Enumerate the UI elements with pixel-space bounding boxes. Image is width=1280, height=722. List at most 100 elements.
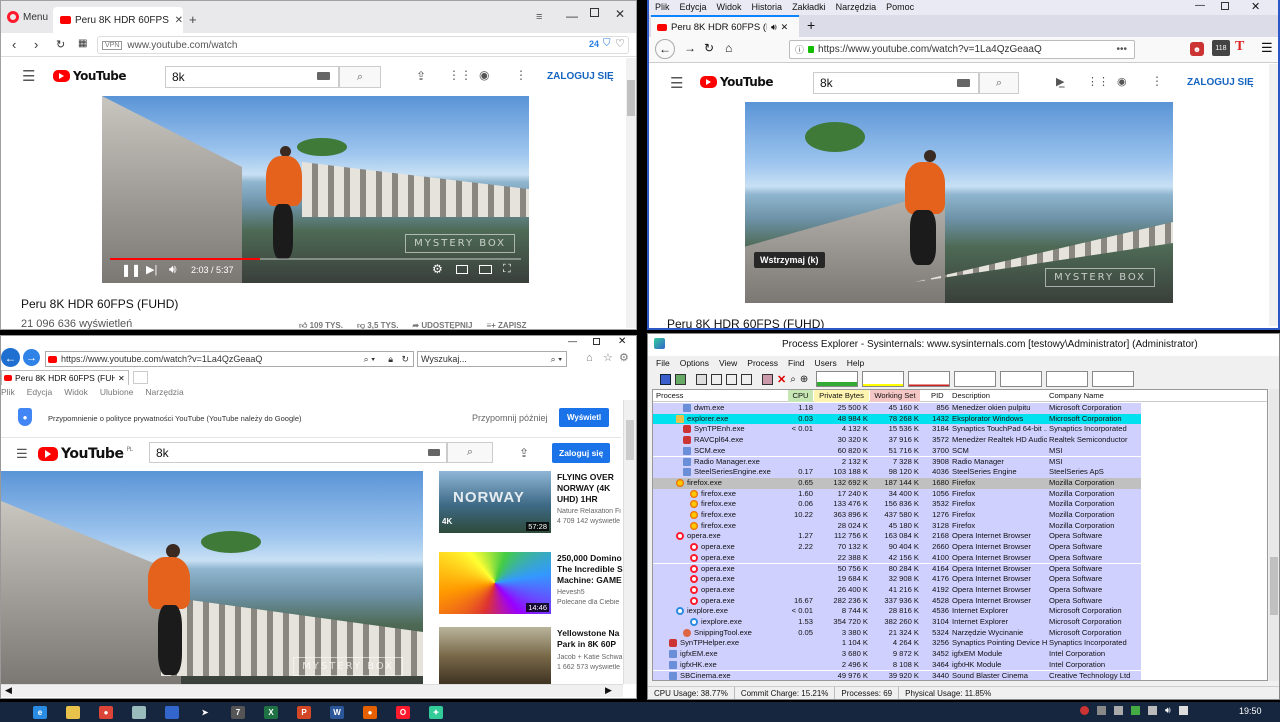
- process-row[interactable]: firefox.exe 1.60 17 240 K 34 400 K 1056 Firef…: [653, 488, 1141, 500]
- hamburger-icon[interactable]: ☰: [22, 67, 35, 85]
- reload-icon[interactable]: ↻: [704, 41, 714, 55]
- ie-yt-search-button[interactable]: ⌕: [447, 442, 493, 463]
- home-icon[interactable]: ⌂: [725, 41, 732, 55]
- opera-video-player[interactable]: MYSTERY BOX ❚❚ ▶| 🔊︎ 2:03 / 5:37 ⚙ ⛶: [102, 96, 529, 283]
- menu-find[interactable]: Find: [788, 356, 805, 370]
- process-row[interactable]: opera.exe 2.22 70 132 K 90 404 K 2660 Opera I…: [653, 542, 1141, 553]
- ie-scroll-thumb[interactable]: [626, 420, 634, 460]
- tray-icon-a[interactable]: [1080, 706, 1089, 715]
- process-row[interactable]: firefox.exe 0.06 133 476 K 156 836 K 3532 Fir…: [653, 499, 1141, 510]
- col-description[interactable]: Description: [952, 390, 990, 402]
- commit-graph[interactable]: [862, 371, 905, 387]
- ie-yt-search-input[interactable]: 8k: [149, 442, 447, 463]
- menu-process[interactable]: Process: [747, 356, 778, 370]
- menu-help[interactable]: Help: [847, 356, 864, 370]
- process-row[interactable]: firefox.exe 28 024 K 45 180 K 3128 Firefox Mo…: [653, 520, 1141, 532]
- miniplayer-icon[interactable]: [456, 265, 468, 274]
- like-button[interactable]: 👍︎ 109 TYS.: [299, 321, 343, 329]
- recommendation-item[interactable]: Yellowstone Na Park in 8K 60P Jacob + Ka…: [439, 627, 623, 684]
- firefox-search-input[interactable]: 8k: [813, 72, 979, 94]
- opera-tab[interactable]: Peru 8K HDR 60FPS (FUHD ✕: [53, 7, 183, 33]
- rec-thumbnail[interactable]: NORWAY 4K 57:28: [439, 471, 551, 533]
- process-row[interactable]: firefox.exe 10.22 363 896 K 437 580 K 1276 Fi…: [653, 510, 1141, 521]
- menu-file[interactable]: File: [656, 356, 670, 370]
- taskbar-chrome-icon[interactable]: ●: [95, 703, 117, 721]
- process-row[interactable]: opera.exe 50 756 K 80 284 K 4164 Opera Inter…: [653, 563, 1141, 575]
- tray-icon-c[interactable]: [1114, 706, 1123, 715]
- procexp-scroll-thumb[interactable]: [1270, 557, 1278, 615]
- forward-icon[interactable]: →: [23, 349, 40, 366]
- properties-icon[interactable]: [762, 373, 773, 385]
- back-icon[interactable]: ←: [655, 39, 675, 59]
- taskbar-opera-icon[interactable]: O: [392, 703, 414, 721]
- col-process[interactable]: Process: [656, 390, 683, 402]
- audio-icon[interactable]: 🔊︎: [771, 22, 777, 33]
- ie-minimize-icon[interactable]: —: [568, 336, 577, 346]
- col-pid[interactable]: PID: [931, 390, 944, 402]
- menu-view[interactable]: Widok: [64, 387, 88, 397]
- ff-minimize-icon[interactable]: —: [1195, 0, 1205, 11]
- target-icon[interactable]: ⊕: [800, 374, 808, 385]
- menu-bookmarks[interactable]: Zakładki: [792, 0, 826, 15]
- rec-thumbnail[interactable]: 14:46: [439, 552, 551, 614]
- menu-users[interactable]: Users: [815, 356, 837, 370]
- close-tab-icon[interactable]: ✕: [118, 374, 125, 383]
- menu-file[interactable]: Plik: [1, 387, 15, 397]
- page-actions-icon[interactable]: •••: [1116, 44, 1127, 55]
- firefox-tab[interactable]: Peru 8K HDR 60FPS (FUHD) 🔊︎ ✕: [651, 15, 799, 37]
- scroll-right-icon[interactable]: ▶: [605, 685, 612, 696]
- menu-history[interactable]: Historia: [752, 0, 783, 15]
- process-row[interactable]: SnippingTool.exe 0.05 3 380 K 21 324 K 5324 N…: [653, 627, 1141, 639]
- hamburger-icon[interactable]: ☰: [16, 446, 28, 462]
- rec-thumbnail[interactable]: [439, 627, 551, 684]
- firefox-login-button[interactable]: ZALOGUJ SIĘ: [1187, 77, 1254, 88]
- process-row[interactable]: opera.exe 26 400 K 41 216 K 4192 Opera Inter…: [653, 584, 1141, 596]
- search-icon[interactable]: ⌕ ▾: [551, 354, 562, 365]
- tab-menu-icon[interactable]: ≡: [536, 11, 542, 23]
- process-row[interactable]: opera.exe 16.67 282 236 K 337 936 K 4528 Oper…: [653, 595, 1141, 607]
- kill-process-icon[interactable]: ✕: [777, 373, 786, 386]
- new-tab-icon[interactable]: [133, 371, 148, 384]
- menu-options[interactable]: Options: [680, 356, 709, 370]
- ie-horizontal-scrollbar[interactable]: ◀ ▶: [1, 684, 623, 697]
- process-row[interactable]: SBCinema.exe 49 976 K 39 920 K 3440 Sound Bl…: [653, 670, 1141, 680]
- vpn-badge[interactable]: VPN: [102, 40, 123, 50]
- hamburger-icon[interactable]: ☰: [670, 74, 683, 92]
- taskbar-store-icon[interactable]: [161, 703, 183, 721]
- new-tab-icon[interactable]: +: [807, 17, 815, 33]
- ff-menu-icon[interactable]: ☰: [1261, 40, 1273, 56]
- process-row[interactable]: SynTPEnh.exe < 0.01 4 132 K 15 536 K 3184 Syn…: [653, 424, 1141, 436]
- shield-icon[interactable]: ⛉: [603, 38, 611, 49]
- back-icon[interactable]: ‹: [12, 37, 16, 52]
- dislike-button[interactable]: 👎︎ 3,5 TYS.: [357, 321, 398, 329]
- more-icon[interactable]: ⋮: [515, 68, 527, 82]
- col-private-bytes[interactable]: Private Bytes: [814, 390, 869, 402]
- taskbar-ppt-icon[interactable]: P: [293, 703, 315, 721]
- process-row[interactable]: firefox.exe 0.65 132 692 K 187 144 K 1680 Fir…: [653, 477, 1141, 489]
- language-icon[interactable]: [1178, 706, 1188, 715]
- apps-icon[interactable]: ⋮⋮: [1087, 75, 1109, 88]
- menu-tools[interactable]: Narzędzia: [145, 387, 183, 397]
- upload-icon[interactable]: ⇪: [519, 446, 529, 460]
- opera-login-button[interactable]: ZALOGUJ SIĘ: [547, 71, 614, 82]
- ie-search-field[interactable]: Wyszukaj... ⌕ ▾: [417, 351, 567, 367]
- firefox-video-player[interactable]: MYSTERY BOX Wstrzymaj (k): [745, 102, 1173, 303]
- info-icon[interactable]: ⓘ: [795, 43, 804, 56]
- maximize-icon[interactable]: [590, 8, 599, 17]
- process-row[interactable]: opera.exe 1.27 112 756 K 163 084 K 2168 Opera…: [653, 531, 1141, 543]
- process-row[interactable]: RAVCpl64.exe 30 320 K 37 916 K 3572 Menedżer…: [653, 435, 1141, 446]
- extension-count-icon[interactable]: 118: [1212, 40, 1230, 56]
- process-row[interactable]: SteelSeriesEngine.exe 0.17 103 188 K 98 120…: [653, 467, 1141, 478]
- procexp-scrollbar[interactable]: [1269, 389, 1279, 681]
- system-info-icon[interactable]: [696, 373, 707, 385]
- process-row[interactable]: iexplore.exe < 0.01 8 744 K 28 816 K 4536 Int…: [653, 606, 1141, 617]
- taskbar-folder-icon[interactable]: [62, 703, 84, 721]
- pause-icon[interactable]: ❚❚: [121, 263, 141, 277]
- volume-icon[interactable]: 🔊︎: [1165, 705, 1171, 716]
- keyboard-icon[interactable]: [428, 449, 440, 456]
- fullscreen-icon[interactable]: ⛶: [503, 263, 511, 276]
- opera-progress-bar[interactable]: [110, 258, 521, 260]
- heart-icon[interactable]: ♡: [615, 37, 625, 50]
- find-icon[interactable]: ⌕: [790, 374, 796, 385]
- save-button[interactable]: ≡+ ZAPISZ: [486, 321, 526, 329]
